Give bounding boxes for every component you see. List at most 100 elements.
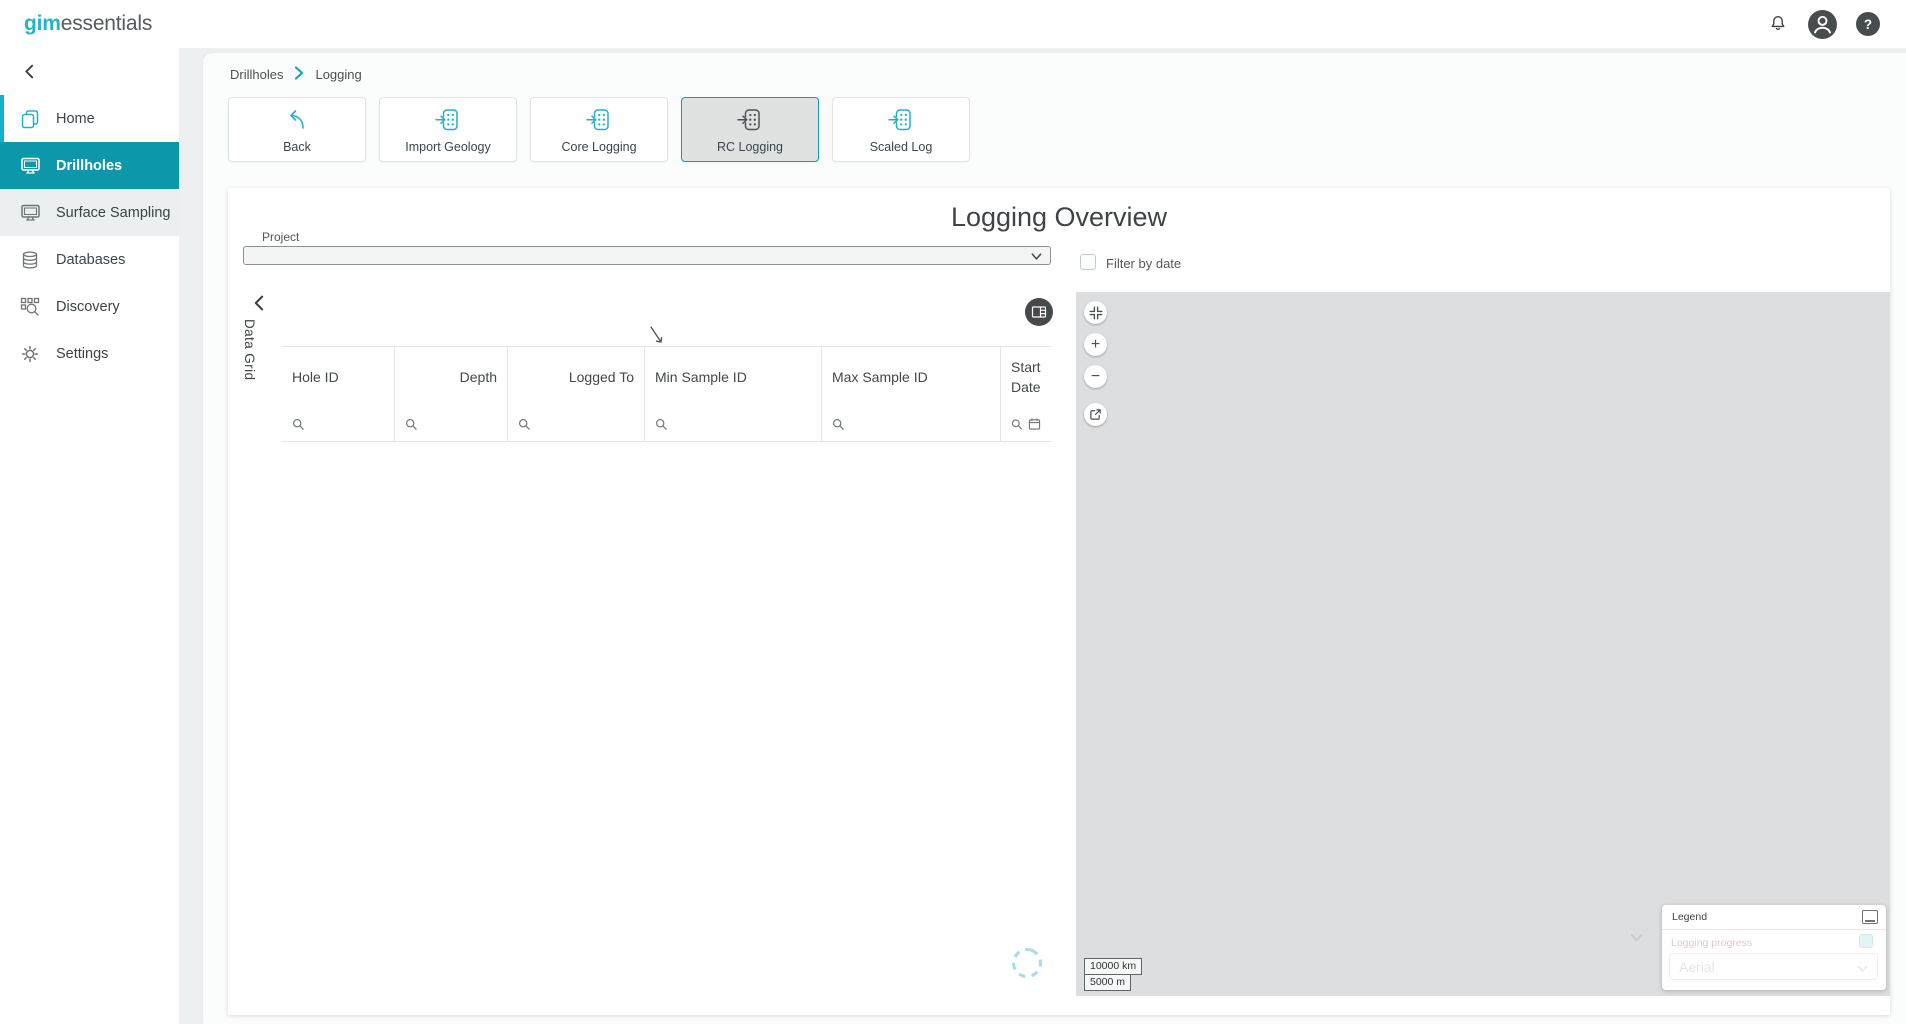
sidebar-item-label: Databases bbox=[56, 252, 125, 268]
loading-spinner bbox=[1009, 945, 1045, 986]
search-icon bbox=[518, 418, 531, 431]
open-external-button[interactable] bbox=[1084, 403, 1107, 426]
plus-icon: + bbox=[1091, 337, 1100, 353]
chevron-right-icon bbox=[294, 66, 304, 83]
sidebar-item-label: Settings bbox=[56, 346, 108, 362]
project-select[interactable] bbox=[243, 246, 1051, 265]
legend-panel: Legend Logging progress Aerial bbox=[1662, 905, 1886, 990]
basemap-select[interactable]: Aerial bbox=[1669, 953, 1878, 980]
sidebar-item-label: Drillholes bbox=[56, 158, 122, 174]
search-icon bbox=[655, 418, 668, 431]
filter-by-date-checkbox[interactable] bbox=[1080, 254, 1096, 270]
app-logo[interactable]: gimessentials bbox=[24, 12, 152, 36]
import-card-icon bbox=[434, 106, 462, 137]
fit-extent-icon bbox=[1089, 306, 1103, 320]
filter-depth[interactable] bbox=[395, 407, 508, 441]
data-grid-panel-label: Data Grid bbox=[242, 319, 257, 380]
open-external-icon bbox=[1089, 408, 1102, 421]
breadcrumb-drillholes[interactable]: Drillholes bbox=[230, 67, 283, 82]
legend-item-label: Logging progress bbox=[1671, 937, 1752, 949]
content-area: Drillholes Logging Back bbox=[179, 48, 1906, 1024]
back-button[interactable]: Back bbox=[228, 97, 366, 162]
project-label: Project bbox=[262, 230, 299, 244]
sidebar-item-home[interactable]: Home bbox=[0, 95, 179, 142]
legend-title: Legend bbox=[1672, 911, 1707, 923]
calendar-icon bbox=[1028, 417, 1041, 431]
basemap-select-value: Aerial bbox=[1679, 959, 1715, 975]
map-scale-km: 10000 km bbox=[1084, 958, 1142, 975]
breadcrumb: Drillholes Logging bbox=[230, 66, 362, 83]
filter-start-date[interactable] bbox=[1001, 407, 1051, 441]
sidebar-collapse-button[interactable] bbox=[17, 59, 41, 83]
column-header-max-sample-id[interactable]: Max Sample ID bbox=[822, 347, 1001, 407]
button-label: Core Logging bbox=[561, 140, 636, 154]
data-grid-collapse-button[interactable] bbox=[248, 292, 270, 314]
column-header-start-date[interactable]: Start Date bbox=[1001, 347, 1051, 407]
import-card-icon bbox=[887, 106, 915, 137]
sidebar-item-label: Discovery bbox=[56, 299, 120, 315]
database-icon bbox=[19, 249, 41, 271]
map-scale-m: 5000 m bbox=[1084, 974, 1131, 991]
minus-icon: − bbox=[1091, 369, 1100, 385]
search-icon bbox=[1011, 418, 1023, 431]
filter-min-sample-id[interactable] bbox=[645, 407, 822, 441]
sidebar-item-surface-sampling[interactable]: Surface Sampling bbox=[0, 189, 179, 236]
button-label: Back bbox=[283, 140, 311, 154]
column-header-hole-id[interactable]: Hole ID bbox=[282, 347, 395, 407]
logo-secondary: essentials bbox=[61, 12, 152, 35]
notifications-bell-icon[interactable] bbox=[1767, 13, 1789, 35]
import-geology-button[interactable]: Import Geology bbox=[379, 97, 517, 162]
zoom-out-button[interactable]: − bbox=[1084, 365, 1107, 388]
search-icon bbox=[405, 418, 418, 431]
monitor-icon bbox=[19, 202, 41, 224]
logging-overview-card: Logging Overview Project Filter by date … bbox=[228, 188, 1890, 1015]
scaled-log-button[interactable]: Scaled Log bbox=[832, 97, 970, 162]
legend-body: Logging progress Aerial bbox=[1662, 930, 1886, 988]
column-header-depth[interactable]: Depth bbox=[395, 347, 508, 407]
sidebar: Home Drillholes Surface Sampling bbox=[0, 48, 179, 1024]
map-canvas[interactable]: + − 10000 km 5000 m Legend bbox=[1076, 292, 1890, 996]
grid-header-row: Hole ID Depth Logged To Min Sample ID Ma… bbox=[282, 347, 1051, 407]
filter-by-date-label: Filter by date bbox=[1106, 256, 1181, 271]
column-header-logged-to[interactable]: Logged To bbox=[508, 347, 645, 407]
top-bar: gimessentials ? bbox=[0, 0, 1906, 48]
gear-icon bbox=[19, 343, 41, 365]
button-label: Import Geology bbox=[405, 140, 490, 154]
user-avatar-icon[interactable] bbox=[1808, 10, 1837, 39]
help-glyph: ? bbox=[1864, 17, 1872, 32]
breadcrumb-logging[interactable]: Logging bbox=[315, 67, 361, 82]
zoom-in-button[interactable]: + bbox=[1084, 333, 1107, 356]
import-card-icon bbox=[736, 106, 764, 137]
filter-logged-to[interactable] bbox=[508, 407, 645, 441]
sidebar-item-label: Surface Sampling bbox=[56, 205, 170, 221]
monitor-icon bbox=[19, 155, 41, 177]
import-card-icon bbox=[585, 106, 613, 137]
sidebar-item-databases[interactable]: Databases bbox=[0, 236, 179, 283]
copy-pages-icon bbox=[19, 108, 41, 130]
grid-search-icon bbox=[19, 296, 41, 318]
help-icon[interactable]: ? bbox=[1856, 12, 1880, 36]
page-panel: Drillholes Logging Back bbox=[203, 53, 1906, 1024]
back-arrow-icon bbox=[283, 106, 311, 137]
page-title: Logging Overview bbox=[228, 202, 1890, 233]
legend-minimize-button[interactable] bbox=[1862, 910, 1878, 924]
sidebar-item-discovery[interactable]: Discovery bbox=[0, 283, 179, 330]
sidebar-nav: Home Drillholes Surface Sampling bbox=[0, 95, 179, 377]
legend-item-checkbox[interactable] bbox=[1859, 934, 1873, 948]
chevron-down-icon bbox=[1030, 250, 1043, 263]
sidebar-item-drillholes[interactable]: Drillholes bbox=[0, 142, 179, 189]
rc-logging-button[interactable]: RC Logging bbox=[681, 97, 819, 162]
filter-max-sample-id[interactable] bbox=[822, 407, 1001, 441]
legend-collapse-chevron-icon[interactable] bbox=[1629, 930, 1644, 950]
column-header-min-sample-id[interactable]: Min Sample ID bbox=[645, 347, 822, 407]
fit-extent-button[interactable] bbox=[1084, 301, 1107, 324]
table-columns-icon bbox=[1031, 304, 1047, 320]
filter-hole-id[interactable] bbox=[282, 407, 395, 441]
data-grid: Hole ID Depth Logged To Min Sample ID Ma… bbox=[282, 346, 1051, 442]
grid-filter-row bbox=[282, 407, 1051, 442]
sidebar-item-label: Home bbox=[56, 111, 95, 127]
column-chooser-button[interactable] bbox=[1025, 298, 1053, 326]
core-logging-button[interactable]: Core Logging bbox=[530, 97, 668, 162]
chevron-down-icon bbox=[1856, 962, 1869, 975]
sidebar-item-settings[interactable]: Settings bbox=[0, 330, 179, 377]
